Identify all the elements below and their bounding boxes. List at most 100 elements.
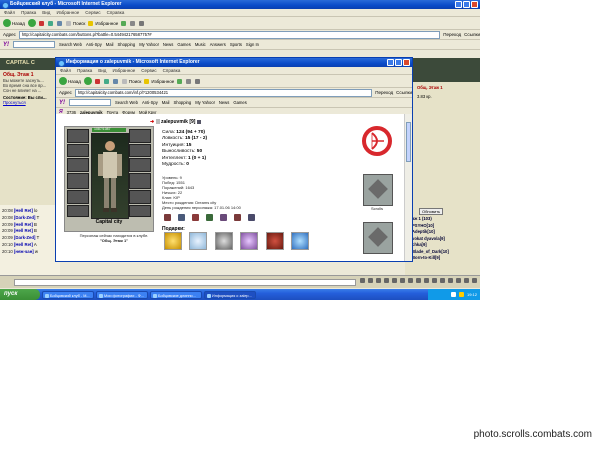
online-user[interactable]: Born-to-Kill[9]: [412, 255, 449, 262]
menu-file[interactable]: Файл: [60, 67, 71, 74]
outer-address-input[interactable]: http://capitalcity.combats.com/buttons.p…: [18, 30, 441, 39]
yahoo-search-input[interactable]: [13, 41, 55, 48]
necklace-slot[interactable]: [129, 144, 151, 157]
menu-help[interactable]: Справка: [163, 67, 181, 74]
search-button[interactable]: Поиск: [65, 20, 85, 26]
chat-button-icon[interactable]: [360, 278, 365, 283]
yahoo-search-web[interactable]: Search Web: [59, 42, 82, 47]
menu-favorites[interactable]: Избранное: [112, 67, 135, 74]
scroll-badge[interactable]: [363, 174, 393, 206]
yahoo-mail[interactable]: Mail: [162, 100, 170, 105]
stop-icon[interactable]: [38, 20, 44, 26]
yahoo-shopping[interactable]: Shopping: [117, 42, 135, 47]
print-icon[interactable]: [195, 78, 201, 84]
yahoo-logo[interactable]: Y!: [3, 42, 9, 48]
taskbar-item[interactable]: Мои фотографии - Ф...: [96, 290, 148, 299]
arrow-icon[interactable]: ➜: [150, 119, 154, 125]
yahoo-logo[interactable]: Y!: [59, 100, 65, 106]
ring-slot[interactable]: [129, 158, 151, 172]
taskbar-item-active[interactable]: Информация о zalep...: [204, 290, 256, 299]
chat-button-icon[interactable]: [448, 278, 453, 283]
gift-coin-icon[interactable]: [164, 232, 182, 250]
favorites-button[interactable]: Избранное: [88, 20, 118, 26]
maximize-button[interactable]: [463, 1, 470, 8]
shield-slot[interactable]: [129, 190, 151, 204]
mail-icon[interactable]: [186, 78, 192, 84]
mail-icon[interactable]: [130, 20, 136, 26]
home-icon[interactable]: [112, 78, 118, 84]
menu-view[interactable]: Вид: [98, 67, 106, 74]
gift-banner-icon[interactable]: [265, 232, 284, 250]
yahoo-my-yahoo[interactable]: My Yahoo!: [139, 42, 159, 47]
minimize-button[interactable]: [455, 1, 462, 8]
minimize-button[interactable]: [387, 59, 394, 66]
history-icon[interactable]: [177, 78, 183, 84]
tray-icon[interactable]: [450, 292, 456, 297]
menu-view[interactable]: Вид: [42, 9, 50, 16]
yahoo-shopping[interactable]: Shopping: [173, 100, 191, 105]
chat-button-icon[interactable]: [432, 278, 437, 283]
helmet-slot[interactable]: [67, 129, 89, 143]
yahoo-search-input[interactable]: [69, 99, 111, 106]
gift-trophy-icon[interactable]: [214, 232, 233, 250]
gloves-slot[interactable]: [129, 173, 151, 189]
chat-button-icon[interactable]: [456, 278, 461, 283]
refresh-button[interactable]: Обновить: [419, 208, 444, 215]
chat-button-icon[interactable]: [464, 278, 469, 283]
refresh-icon[interactable]: [47, 20, 53, 26]
tray-icon[interactable]: [458, 292, 464, 297]
yahoo-answers[interactable]: Answers: [210, 42, 226, 47]
medal-icon[interactable]: [220, 214, 227, 221]
chat-button-icon[interactable]: [400, 278, 405, 283]
armor-slot[interactable]: [67, 173, 89, 189]
outer-title-bar[interactable]: Бойцовский клуб - Microsoft Internet Exp…: [0, 0, 480, 9]
chat-button-icon[interactable]: [376, 278, 381, 283]
boots-slot[interactable]: [129, 205, 151, 217]
menu-edit[interactable]: Правка: [21, 9, 36, 16]
wake-link[interactable]: Проснуться: [0, 100, 60, 105]
search-button[interactable]: Поиск: [121, 78, 141, 84]
yahoo-games[interactable]: Games: [177, 42, 191, 47]
chat-button-icon[interactable]: [416, 278, 421, 283]
yahoo-mail[interactable]: Mail: [106, 42, 114, 47]
go-button[interactable]: Переход: [443, 32, 461, 37]
menu-help[interactable]: Справка: [107, 9, 125, 16]
gift-ball-icon[interactable]: [189, 232, 208, 250]
chat-button-icon[interactable]: [472, 278, 477, 283]
taskbar-item[interactable]: Бойцовский клуб - M...: [42, 290, 94, 299]
scrollbar-thumb[interactable]: [406, 122, 411, 162]
medal-icon[interactable]: [206, 214, 213, 221]
inner-title-bar[interactable]: Информация о zalepuvmik - Microsoft Inte…: [56, 58, 412, 67]
chat-input[interactable]: [14, 279, 356, 286]
info-icon[interactable]: [196, 119, 201, 124]
links-label[interactable]: Ссылки: [464, 32, 480, 37]
weapon-slot[interactable]: [67, 158, 89, 172]
home-icon[interactable]: [56, 20, 62, 26]
maximize-button[interactable]: [395, 59, 402, 66]
print-icon[interactable]: [139, 20, 145, 26]
gift-figure-icon[interactable]: [290, 232, 309, 250]
yahoo-search-web[interactable]: Search Web: [115, 100, 138, 105]
avatar[interactable]: [91, 133, 129, 219]
back-button[interactable]: Назад: [3, 19, 25, 27]
forward-arrow-icon[interactable]: [27, 19, 36, 27]
pants-slot[interactable]: [67, 205, 89, 217]
yahoo-games[interactable]: Games: [233, 100, 247, 105]
favorites-button[interactable]: Избранное: [144, 78, 174, 84]
medal-icon[interactable]: [164, 214, 171, 221]
refresh-icon[interactable]: [103, 78, 109, 84]
menu-tools[interactable]: Сервис: [85, 9, 100, 16]
yahoo-sign-in[interactable]: Sign In: [246, 42, 259, 47]
yahoo-sports[interactable]: Sports: [230, 42, 242, 47]
yahoo-anti-spy[interactable]: Anti-Spy: [86, 42, 102, 47]
yahoo-news[interactable]: News: [219, 100, 229, 105]
medal-icon[interactable]: [192, 214, 199, 221]
taskbar-item[interactable]: Бойцовские длинно...: [150, 290, 202, 299]
history-icon[interactable]: [121, 20, 127, 26]
forward-arrow-icon[interactable]: [83, 77, 92, 85]
menu-tools[interactable]: Сервис: [141, 67, 156, 74]
clan-emblem[interactable]: [362, 126, 392, 156]
menu-edit[interactable]: Правка: [77, 67, 92, 74]
links-label[interactable]: Ссылки: [396, 90, 412, 95]
stop-icon[interactable]: [94, 78, 100, 84]
